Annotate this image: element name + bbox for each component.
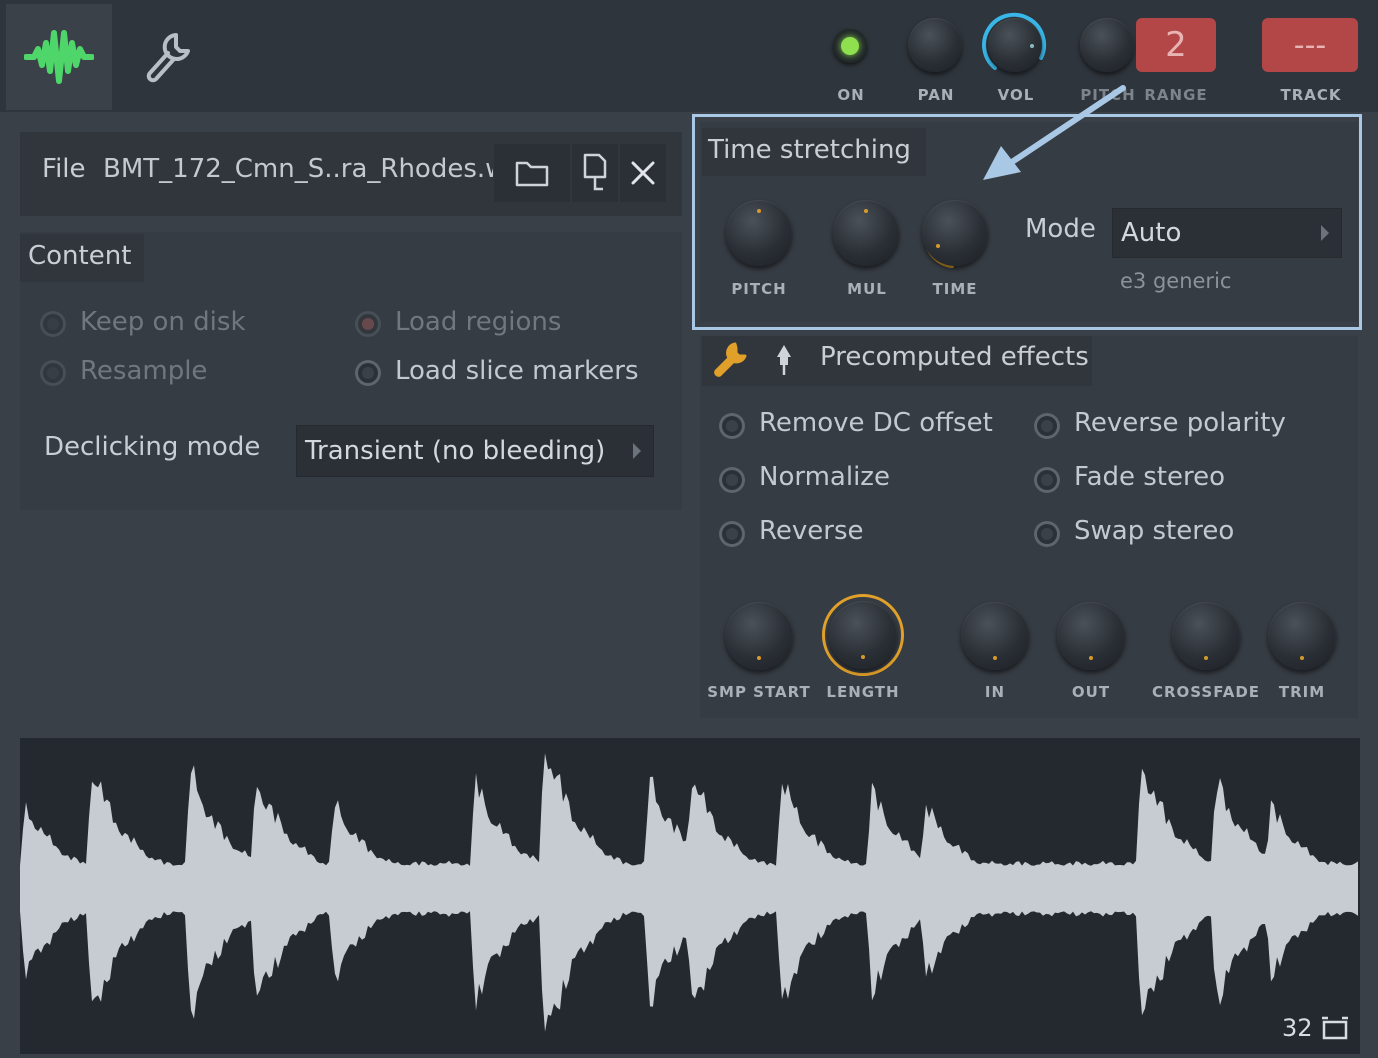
- content-title: Content: [28, 241, 132, 271]
- precomputed-settings-button[interactable]: [708, 338, 752, 382]
- remove-dc-label: Remove DC offset: [759, 408, 993, 438]
- fit-icon: [1322, 1016, 1348, 1040]
- load-slice-markers-label: Load slice markers: [395, 356, 639, 386]
- in-label: IN: [984, 683, 1006, 701]
- mode-subtitle: e3 generic: [1120, 269, 1232, 293]
- track-display[interactable]: ---: [1262, 18, 1358, 72]
- waveform-graphic: [20, 753, 1358, 1032]
- swap-stereo-radio[interactable]: [1034, 521, 1060, 547]
- swap-stereo-label: Swap stereo: [1074, 516, 1235, 546]
- fade-stereo-label: Fade stereo: [1074, 462, 1226, 492]
- mode-value: Auto: [1121, 218, 1182, 248]
- declicking-mode-label: Declicking mode: [44, 432, 261, 462]
- pan-knob[interactable]: [908, 18, 962, 72]
- resample-radio[interactable]: [40, 360, 66, 386]
- pitch-knob[interactable]: [1080, 18, 1134, 72]
- ts-time-label: TIME: [932, 280, 978, 298]
- trim-knob[interactable]: [1268, 602, 1336, 670]
- wrench-icon: [146, 33, 190, 83]
- length-knob[interactable]: [829, 601, 897, 669]
- wrench-icon: [714, 342, 747, 377]
- file-locate-icon: [583, 153, 607, 191]
- load-regions-radio[interactable]: [355, 311, 381, 337]
- mode-label: Mode: [1025, 214, 1096, 244]
- fit-button[interactable]: [1320, 1014, 1350, 1044]
- file-label: File: [42, 154, 86, 184]
- fade-stereo-radio[interactable]: [1034, 467, 1060, 493]
- keep-on-disk-label: Keep on disk: [80, 307, 246, 337]
- ts-pitch-knob[interactable]: [726, 200, 792, 266]
- zoom-value: 32: [1282, 1014, 1313, 1042]
- open-file-button[interactable]: [494, 144, 570, 202]
- out-label: OUT: [1071, 683, 1111, 701]
- ts-pitch-label: PITCH: [731, 280, 787, 298]
- time-stretching-title: Time stretching: [708, 135, 911, 165]
- normalize-label: Normalize: [759, 462, 890, 492]
- out-knob[interactable]: [1057, 602, 1125, 670]
- ts-time-knob[interactable]: [922, 200, 988, 266]
- on-led[interactable]: [833, 29, 867, 63]
- file-name: BMT_172_Cmn_S..ra_Rhodes.wav: [103, 154, 493, 184]
- waveform-icon: [24, 30, 94, 84]
- reverse-polarity-radio[interactable]: [1034, 413, 1060, 439]
- close-icon: [631, 161, 655, 185]
- length-label: LENGTH: [826, 683, 900, 701]
- range-value: 2: [1165, 25, 1187, 65]
- resample-label: Resample: [80, 356, 208, 386]
- chevron-right-icon: [1321, 225, 1329, 241]
- range-display[interactable]: 2: [1136, 18, 1216, 72]
- declicking-mode-value: Transient (no bleeding): [305, 436, 606, 466]
- declicking-mode-select[interactable]: Transient (no bleeding): [296, 425, 654, 477]
- crossfade-label: CROSSFADE: [1151, 683, 1261, 701]
- waveform-shape: [20, 753, 1358, 1032]
- load-regions-label: Load regions: [395, 307, 562, 337]
- smp-start-label: SMP START: [707, 683, 811, 701]
- track-label: TRACK: [1280, 86, 1342, 104]
- smp-start-knob[interactable]: [725, 602, 793, 670]
- range-label: RANGE: [1144, 86, 1208, 104]
- mode-select[interactable]: Auto: [1112, 208, 1342, 258]
- load-slice-markers-radio[interactable]: [355, 360, 381, 386]
- close-file-button[interactable]: [620, 144, 666, 202]
- vol-knob[interactable]: [988, 18, 1042, 72]
- ts-mul-label: MUL: [847, 280, 887, 298]
- trim-label: TRIM: [1278, 683, 1326, 701]
- reverse-label: Reverse: [759, 516, 864, 546]
- chevron-right-icon: [633, 443, 641, 459]
- keep-on-disk-radio[interactable]: [40, 311, 66, 337]
- track-value: ---: [1293, 27, 1327, 63]
- annotation-arrow-icon: [983, 85, 1126, 180]
- reverse-polarity-label: Reverse polarity: [1074, 408, 1286, 438]
- normalize-radio[interactable]: [719, 467, 745, 493]
- settings-tab[interactable]: [118, 4, 218, 110]
- pan-label: PAN: [917, 86, 955, 104]
- precomputed-pin-button[interactable]: [766, 340, 802, 380]
- in-knob[interactable]: [961, 602, 1029, 670]
- locate-file-button[interactable]: [572, 144, 618, 202]
- precomputed-title: Precomputed effects: [820, 342, 1089, 372]
- sample-tab[interactable]: [6, 4, 112, 110]
- ts-mul-knob[interactable]: [833, 200, 899, 266]
- remove-dc-radio[interactable]: [719, 413, 745, 439]
- crossfade-knob[interactable]: [1172, 602, 1240, 670]
- pin-icon: [777, 345, 791, 375]
- folder-icon: [515, 161, 549, 187]
- on-label: ON: [837, 86, 865, 104]
- reverse-radio[interactable]: [719, 521, 745, 547]
- waveform-display[interactable]: [20, 738, 1360, 1054]
